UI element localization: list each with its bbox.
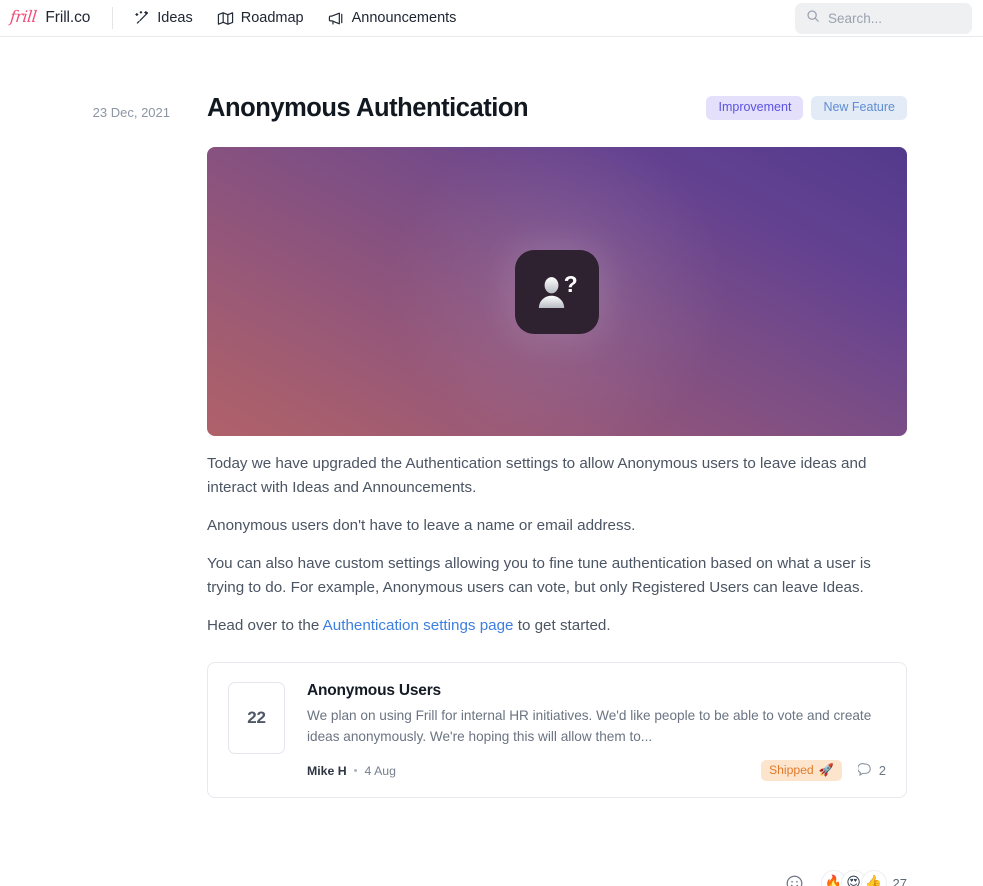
post-paragraph-3: You can also have custom settings allowi… [207,555,871,597]
post-date: 23 Dec, 2021 [92,105,170,120]
idea-footer-right: Shipped 🚀 2 [760,760,886,782]
nav-item-announcements[interactable]: Announcements [318,4,467,33]
magic-wand-icon [133,10,150,27]
megaphone-icon [328,10,345,27]
brand-home-link[interactable]: frill Frill.co [9,0,106,36]
post-paragraph-2: Anonymous users don't have to leave a na… [207,517,636,535]
reaction-thumbs-up-emoji[interactable]: 👍 [860,870,887,886]
post-hero-image: ? [207,147,907,436]
authentication-settings-link[interactable]: Authentication settings page [323,617,514,634]
search-icon [806,9,820,28]
rocket-icon: 🚀 [818,763,834,778]
anonymous-user-icon: ? [515,249,599,334]
search-box[interactable] [795,3,972,34]
vote-button[interactable]: 22 [228,682,285,755]
meta-separator: • [353,764,358,777]
nav-item-label: Ideas [157,10,193,26]
nav-items: Ideas Roadmap Announcements [123,4,466,33]
idea-author: Mike H [307,763,347,778]
badge-improvement[interactable]: Improvement [706,96,804,120]
nav-item-ideas[interactable]: Ideas [123,4,202,33]
idea-title: Anonymous Users [307,682,441,700]
comment-bubble-icon [857,762,872,779]
post-header: Anonymous Authentication Improvement New… [207,91,907,125]
announcement-page: 23 Dec, 2021 Anonymous Authentication Im… [0,37,983,886]
post-body: Today we have upgraded the Authenticatio… [207,452,907,638]
existing-reactions[interactable]: 🔥 😍 👍 27 [820,870,907,886]
post-cta-paragraph: Head over to the Authentication settings… [207,614,907,638]
map-icon [217,10,234,27]
post-paragraph-1: Today we have upgraded the Authenticatio… [207,455,867,497]
reaction-total-count: 27 [892,875,907,886]
badge-new-feature[interactable]: New Feature [811,96,907,120]
smiley-add-reaction-icon[interactable] [782,871,807,886]
nav-divider [112,7,114,29]
brand-name: Frill.co [45,9,91,26]
status-label: Shipped [768,763,814,778]
nav-item-label: Roadmap [240,10,304,26]
cta-text-before: Head over to the [207,617,323,635]
vote-count: 22 [247,708,266,728]
svg-text:?: ? [564,271,578,297]
idea-date: 4 Aug [364,763,396,778]
nav-item-roadmap[interactable]: Roadmap [207,4,314,33]
idea-details: Anonymous Users We plan on using Frill f… [307,682,886,782]
comment-count-button[interactable]: 2 [857,762,886,779]
comment-count: 2 [878,763,886,779]
idea-footer: Mike H • 4 Aug Shipped 🚀 2 [307,760,886,782]
top-navigation-bar: frill Frill.co Ideas Roadmap Announcemen… [0,0,983,37]
nav-item-label: Announcements [351,10,457,26]
post-badges: Improvement New Feature [706,96,907,120]
frill-logo-icon: frill [9,7,38,26]
post-content: Anonymous Authentication Improvement New… [207,91,907,799]
linked-idea-card[interactable]: 22 Anonymous Users We plan on using Fril… [207,662,907,799]
idea-meta: Mike H • 4 Aug [307,764,396,778]
reactions-bar: 🔥 😍 👍 27 [782,870,907,886]
cta-text-after: to get started. [513,617,611,635]
idea-description: We plan on using Frill for internal HR i… [307,708,872,745]
page-title: Anonymous Authentication [207,93,529,122]
search-input[interactable] [828,11,961,26]
status-badge[interactable]: Shipped 🚀 [760,760,842,782]
